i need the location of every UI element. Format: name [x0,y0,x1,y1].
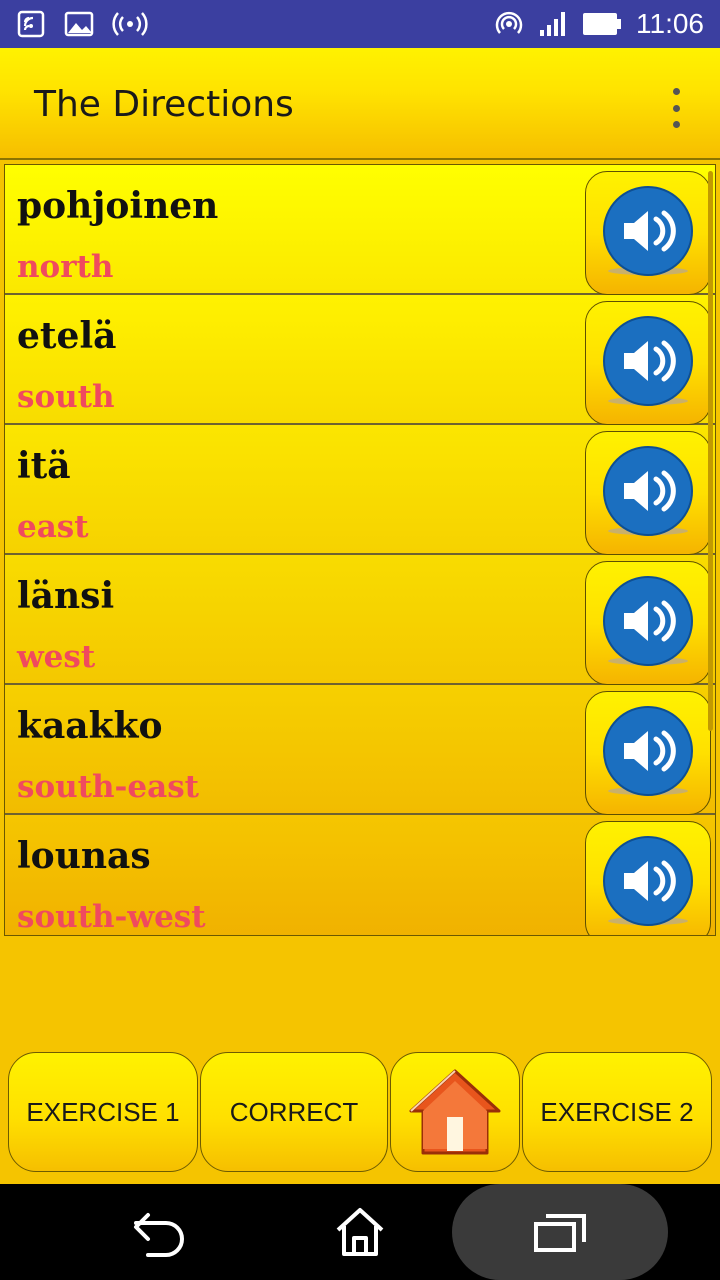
play-audio-button[interactable] [585,691,711,815]
play-audio-button[interactable] [585,561,711,685]
list-item[interactable]: etelä south [5,295,715,425]
recents-icon [534,1214,586,1252]
app-bar: The Directions [0,48,720,160]
speaker-icon [603,446,693,536]
system-home-button[interactable] [310,1196,410,1268]
status-time: 11:06 [636,8,704,39]
word-text: pohjoinen [17,185,219,227]
exercise-2-button[interactable]: EXERCISE 2 [522,1052,712,1172]
translation-text: east [17,509,89,545]
translation-text: south [17,379,115,415]
list-item[interactable]: länsi west [5,555,715,685]
dot-icon [672,104,680,112]
speaker-icon [603,706,693,796]
back-button[interactable] [110,1196,210,1268]
cast-icon [16,9,46,39]
back-arrow-icon [134,1213,184,1257]
page-title: The Directions [34,84,294,125]
translation-text: west [17,639,96,675]
status-bar: 11:06 [0,0,720,48]
image-icon [64,11,94,37]
speaker-icon [603,836,693,926]
translation-text: south-east [17,769,199,805]
speaker-icon [603,316,693,406]
word-text: länsi [17,575,115,617]
play-audio-button[interactable] [585,431,711,555]
scrollbar[interactable] [708,171,713,731]
correct-button[interactable]: CORRECT [200,1052,388,1172]
word-text: etelä [17,315,117,357]
house-icon [409,1069,501,1155]
dot-icon [672,88,680,95]
home-outline-icon [336,1208,384,1256]
word-text: itä [17,445,71,487]
play-audio-button[interactable] [585,171,711,295]
translation-text: south-west [17,899,206,935]
play-audio-button[interactable] [585,821,711,935]
signal-icon [538,10,568,38]
broadcast-icon [112,11,148,37]
home-button[interactable] [390,1052,520,1172]
list-item[interactable]: pohjoinen north [5,165,715,295]
list-item[interactable]: lounas south-west [5,815,715,935]
speaker-icon [603,186,693,276]
word-list[interactable]: pohjoinen north etelä south itä east län… [4,164,716,936]
bottom-action-bar: EXERCISE 1 CORRECT EXERCISE 2 [0,1052,720,1174]
translation-text: north [17,249,114,285]
navigation-bar [0,1184,720,1280]
list-item[interactable]: itä east [5,425,715,555]
word-text: kaakko [17,705,163,747]
recent-apps-button[interactable] [452,1184,668,1280]
play-audio-button[interactable] [585,301,711,425]
dot-icon [672,121,680,128]
speaker-icon [603,576,693,666]
exercise-1-button[interactable]: EXERCISE 1 [8,1052,198,1172]
battery-icon [582,11,622,37]
word-text: lounas [17,835,151,877]
overflow-menu-button[interactable] [660,88,692,128]
hotspot-icon [494,9,524,39]
list-item[interactable]: kaakko south-east [5,685,715,815]
